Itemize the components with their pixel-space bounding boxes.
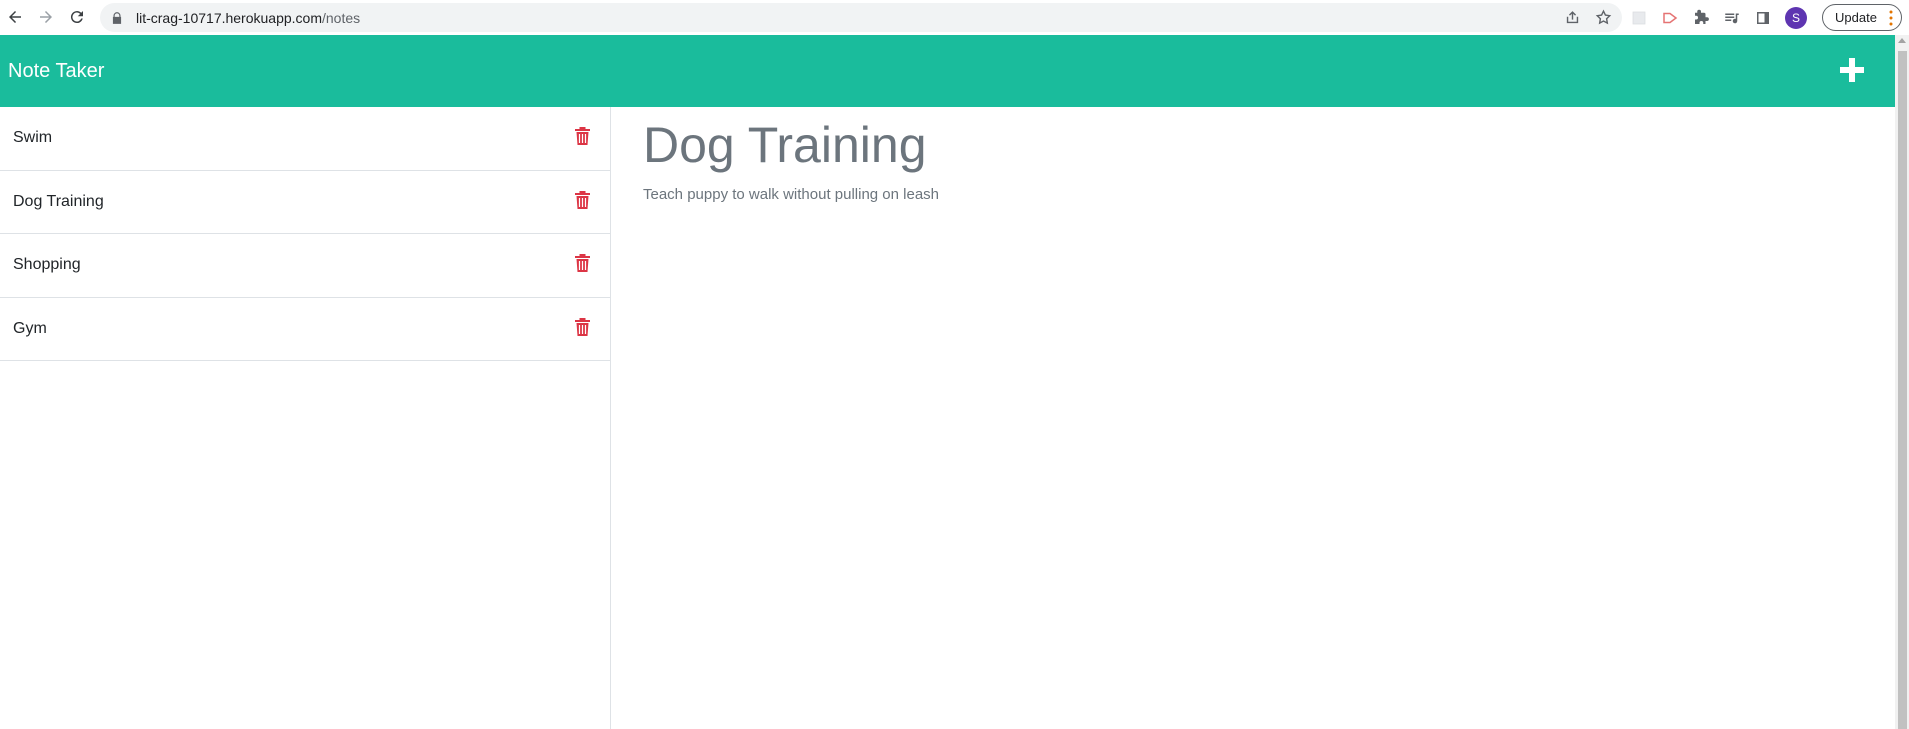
list-item[interactable]: Shopping [0,234,610,298]
list-item[interactable]: Gym [0,298,610,361]
note-text-field[interactable]: Teach puppy to walk without pulling on l… [643,186,939,203]
update-button[interactable]: Update [1822,4,1902,31]
scrollbar-thumb[interactable] [1898,51,1907,729]
back-button[interactable] [0,2,30,32]
trash-icon[interactable] [574,126,591,146]
trash-icon[interactable] [574,317,591,337]
scrollbar[interactable] [1895,35,1909,729]
list-item[interactable]: Dog Training [0,171,610,234]
url-host: lit-crag-10717.herokuapp.com [136,9,322,26]
share-icon[interactable] [1564,9,1581,26]
notes-sidebar: Swim Dog Training Shopping Gym [0,107,611,729]
reload-button[interactable] [62,2,92,32]
note-title: Dog Training [13,192,104,210]
note-list: Swim Dog Training Shopping Gym [0,107,610,361]
address-bar[interactable]: lit-crag-10717.herokuapp.com/notes [100,3,1622,32]
update-label: Update [1835,10,1877,25]
star-icon[interactable] [1595,9,1612,26]
plus-icon[interactable] [1839,57,1865,83]
more-vert-icon [1889,10,1893,26]
side-panel-icon[interactable] [1754,9,1772,27]
profile-avatar[interactable]: S [1785,6,1807,29]
url-path: /notes [322,9,361,26]
media-queue-icon[interactable] [1723,9,1741,27]
arrow-left-icon [9,11,21,23]
app-navbar: Note Taker [0,35,1895,107]
note-title-field[interactable]: Dog Training [643,113,927,178]
extension-blank-icon[interactable] [1630,9,1648,27]
trash-icon[interactable] [574,190,591,210]
url-text: lit-crag-10717.herokuapp.com/notes [136,10,360,26]
extension-red-icon[interactable] [1661,9,1679,27]
puzzle-icon[interactable] [1692,9,1710,27]
note-title: Gym [13,319,47,337]
list-item[interactable]: Swim [0,107,610,171]
arrow-right-icon [40,11,52,23]
note-detail: Dog Training Teach puppy to walk without… [612,107,1895,729]
note-title: Swim [13,129,53,147]
app-brand[interactable]: Note Taker [8,60,104,83]
reload-icon [70,11,83,24]
forward-button[interactable] [31,2,61,32]
note-title: Shopping [13,256,81,274]
browser-toolbar: lit-crag-10717.herokuapp.com/notes S Upd… [0,0,1909,35]
scroll-up-icon[interactable] [1898,38,1906,43]
trash-icon[interactable] [574,253,591,273]
lock-icon [112,11,122,24]
